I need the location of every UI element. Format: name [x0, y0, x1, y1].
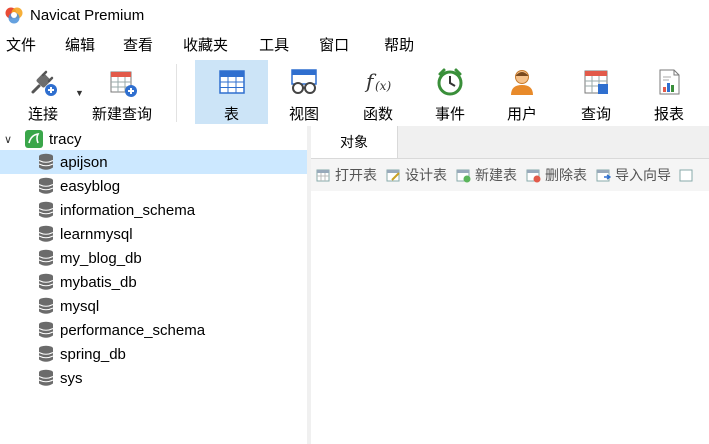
database-icon — [38, 201, 54, 218]
table-icon — [218, 69, 245, 94]
database-icon — [38, 369, 54, 386]
new-table-icon — [456, 169, 471, 182]
toolbar-separator — [176, 64, 177, 122]
new-query-label: 新建查询 — [91, 106, 152, 123]
new-query-icon — [110, 71, 137, 97]
delete-table-label: 删除表 — [545, 167, 587, 183]
object-toolbar: 打开表 设计表 新建表 删除表 导入向导 — [311, 159, 709, 191]
connection-node[interactable]: ∨ tracy — [0, 128, 307, 150]
connect-label: 连接 — [27, 106, 58, 123]
database-icon — [38, 249, 54, 266]
object-pane: 对象 打开表 设计表 新建表 删除表 导入向导 — [311, 126, 709, 444]
database-label: mybatis_db — [60, 273, 137, 291]
new-table-button[interactable]: 新建表 — [456, 165, 517, 185]
view-button[interactable]: 视图 — [276, 60, 332, 124]
connect-button[interactable]: 连接 — [12, 60, 74, 124]
import-wizard-label: 导入向导 — [615, 167, 671, 183]
function-label: 函数 — [362, 106, 393, 123]
delete-table-icon — [526, 169, 541, 182]
mysql-connection-icon — [25, 130, 43, 148]
svg-text:(x): (x) — [375, 79, 391, 93]
database-item-apijson[interactable]: apijson — [0, 150, 307, 174]
event-label: 事件 — [434, 106, 465, 123]
database-icon — [38, 153, 54, 170]
table-label: 表 — [223, 106, 239, 123]
database-item-learnmysql[interactable]: learnmysql — [0, 222, 307, 246]
table-button[interactable]: 表 — [195, 60, 268, 124]
database-icon — [38, 225, 54, 242]
tab-objects[interactable]: 对象 — [311, 126, 398, 158]
open-table-button[interactable]: 打开表 — [316, 165, 377, 185]
collapse-chevron-icon[interactable]: ∨ — [4, 133, 18, 146]
database-icon — [38, 177, 54, 194]
database-icon — [38, 345, 54, 362]
function-icon: f (x) — [364, 69, 391, 93]
user-button[interactable]: 用户 — [494, 60, 550, 124]
new-table-label: 新建表 — [475, 167, 517, 183]
navicat-logo-icon — [5, 7, 23, 24]
design-table-button[interactable]: 设计表 — [386, 165, 447, 185]
event-button[interactable]: 事件 — [422, 60, 478, 124]
database-label: sys — [60, 369, 83, 387]
database-item-sys[interactable]: sys — [0, 366, 307, 390]
database-item-easyblog[interactable]: easyblog — [0, 174, 307, 198]
title-bar: Navicat Premium — [0, 0, 709, 30]
delete-table-button[interactable]: 删除表 — [526, 165, 587, 185]
clock-icon — [437, 68, 463, 95]
import-wizard-button[interactable]: 导入向导 — [596, 165, 671, 185]
connection-name: tracy — [49, 130, 82, 148]
database-item-my-blog-db[interactable]: my_blog_db — [0, 246, 307, 270]
database-item-mysql[interactable]: mysql — [0, 294, 307, 318]
app-title: Navicat Premium — [30, 6, 145, 24]
database-label: spring_db — [60, 345, 126, 363]
menu-help[interactable]: 帮助 — [384, 34, 414, 55]
menu-bar: 文件 编辑 查看 收藏夹 工具 窗口 帮助 — [0, 30, 709, 58]
user-icon — [511, 69, 533, 95]
report-icon — [659, 69, 680, 94]
database-icon — [38, 321, 54, 338]
menu-view[interactable]: 查看 — [123, 34, 153, 55]
main-toolbar: 连接 ▼ 新建查询 表 视图 f (x) 函数 事件 用户 查询 报表 — [0, 58, 709, 126]
menu-edit[interactable]: 编辑 — [65, 34, 95, 55]
database-label: information_schema — [60, 201, 196, 219]
view-label: 视图 — [288, 106, 319, 123]
connect-dropdown-arrow-icon[interactable]: ▼ — [75, 88, 84, 98]
database-label: apijson — [60, 153, 108, 171]
database-item-information-schema[interactable]: information_schema — [0, 198, 307, 222]
import-wizard-icon — [596, 169, 611, 181]
open-table-icon — [316, 169, 330, 181]
plug-icon — [31, 70, 57, 96]
database-item-performance-schema[interactable]: performance_schema — [0, 318, 307, 342]
design-table-label: 设计表 — [405, 167, 447, 183]
report-button[interactable]: 报表 — [640, 60, 698, 124]
menu-file[interactable]: 文件 — [6, 34, 36, 55]
report-label: 报表 — [653, 106, 684, 123]
menu-window[interactable]: 窗口 — [319, 34, 349, 55]
query-label: 查询 — [580, 106, 611, 123]
database-label: easyblog — [60, 177, 121, 195]
view-icon — [291, 68, 317, 94]
database-icon — [38, 297, 54, 314]
open-table-label: 打开表 — [335, 167, 377, 183]
database-item-mybatis-db[interactable]: mybatis_db — [0, 270, 307, 294]
new-query-button[interactable]: 新建查询 — [88, 60, 156, 124]
tab-strip: 对象 — [311, 126, 709, 159]
query-icon — [584, 70, 608, 94]
database-icon — [38, 273, 54, 290]
database-label: performance_schema — [60, 321, 206, 339]
menu-tools[interactable]: 工具 — [259, 34, 289, 55]
user-label: 用户 — [506, 106, 537, 123]
more-actions-icon[interactable] — [679, 168, 698, 183]
database-label: my_blog_db — [60, 249, 142, 267]
design-table-icon — [386, 169, 400, 181]
function-button[interactable]: f (x) 函数 — [350, 60, 406, 124]
database-label: mysql — [60, 297, 100, 315]
database-item-spring-db[interactable]: spring_db — [0, 342, 307, 366]
menu-favorites[interactable]: 收藏夹 — [183, 34, 228, 55]
navigation-pane: ∨ tracy apijson easyblog information_sch… — [0, 126, 308, 444]
query-button[interactable]: 查询 — [568, 60, 624, 124]
database-label: learnmysql — [60, 225, 133, 243]
